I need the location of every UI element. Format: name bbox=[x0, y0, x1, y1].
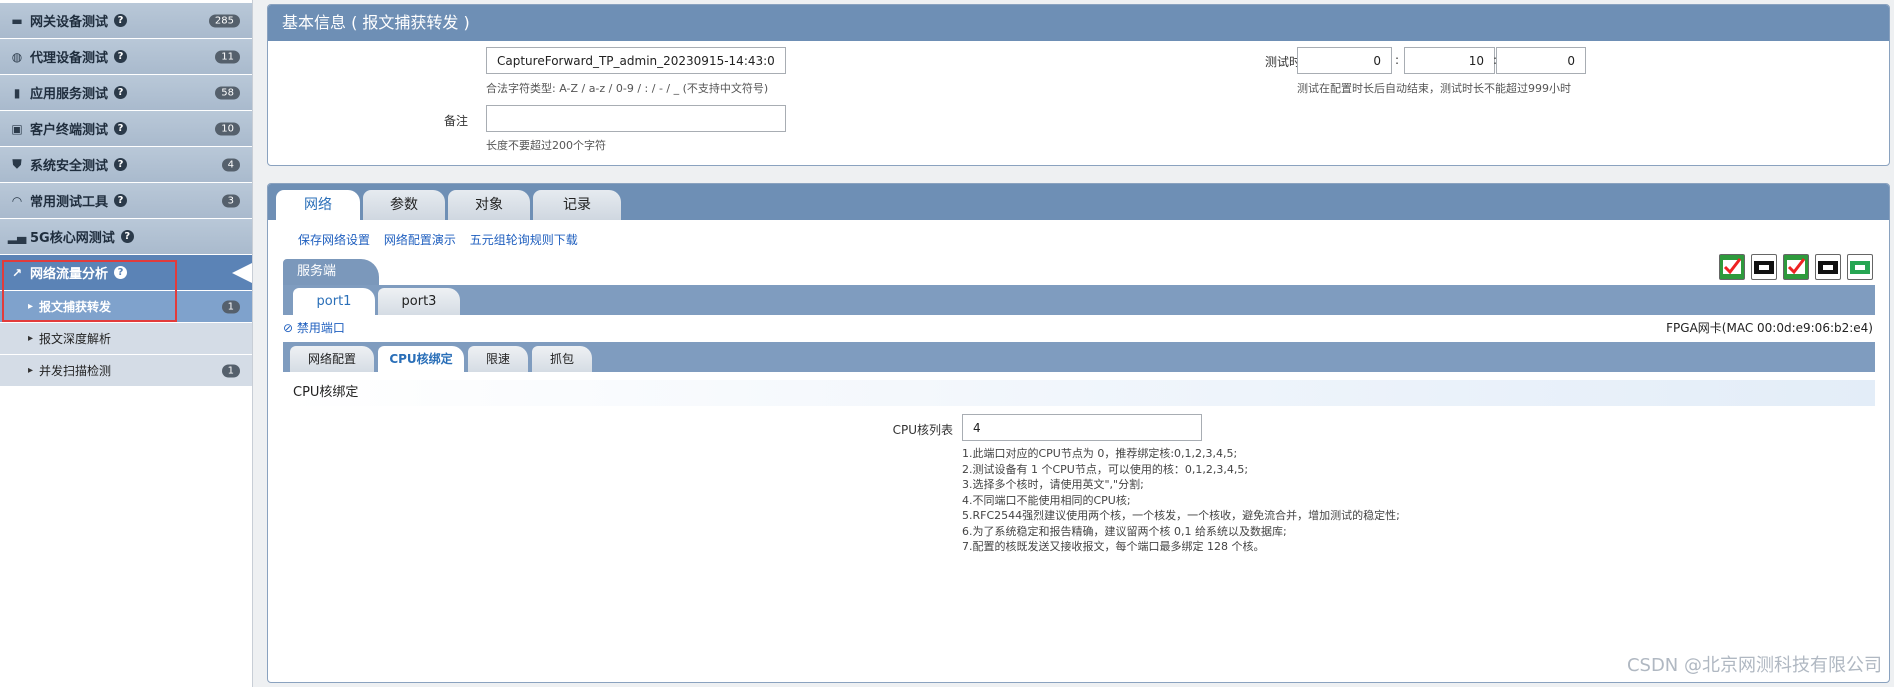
count-badge: 10 bbox=[215, 122, 240, 135]
tab-network[interactable]: 网络 bbox=[276, 190, 360, 220]
subtab-network-config[interactable]: 网络配置 bbox=[290, 346, 374, 372]
main-tab-bar: 网络 参数 对象 记录 bbox=[268, 184, 1889, 220]
count-badge: 285 bbox=[208, 14, 240, 27]
help-icon[interactable]: ? bbox=[120, 230, 134, 243]
panel-title: 基本信息 ( 报文捕获转发 ) bbox=[268, 5, 1889, 41]
remark-label: 备注 bbox=[443, 114, 468, 128]
nav-label: 常用测试工具 bbox=[30, 195, 109, 210]
terminal-icon: ▬ bbox=[11, 13, 23, 28]
cpu-list-label: CPU核列表 bbox=[892, 423, 953, 437]
help-icon[interactable]: ? bbox=[114, 122, 128, 135]
subnav-capture-forward[interactable]: 报文捕获转发 1 bbox=[0, 291, 252, 323]
nav-label: 应用服务测试 bbox=[30, 87, 109, 102]
duration-seconds-input[interactable] bbox=[1496, 47, 1586, 74]
help-icon[interactable]: ? bbox=[114, 158, 128, 171]
count-badge: 3 bbox=[221, 194, 240, 207]
config-panel: 网络 参数 对象 记录 保存网络设置 网络配置演示 五元组轮询规则下载 服务端 … bbox=[267, 183, 1890, 683]
help-icon[interactable]: ? bbox=[114, 50, 128, 63]
nav-proxy-test[interactable]: ◍ 代理设备测试 ? 11 bbox=[0, 39, 252, 75]
case-name-input[interactable] bbox=[486, 47, 786, 74]
client-icon: ▣ bbox=[11, 121, 23, 136]
time-separator: : bbox=[1395, 53, 1400, 67]
cpu-list-input[interactable] bbox=[962, 414, 1202, 441]
nav-label: 代理设备测试 bbox=[30, 51, 109, 66]
tab-objects[interactable]: 对象 bbox=[448, 190, 530, 220]
nav-gateway-test[interactable]: ▬ 网关设备测试 ? 285 bbox=[0, 3, 252, 39]
duration-hint: 测试在配置时长后自动结束，测试时长不能超过999小时 bbox=[1297, 82, 1571, 95]
wifi-icon: ◠ bbox=[12, 193, 22, 208]
server-icon: ▮ bbox=[13, 85, 21, 100]
shield-icon: ⛊ bbox=[12, 157, 22, 171]
server-tab[interactable]: 服务端 bbox=[283, 259, 379, 285]
fpga-nic-info: FPGA网卡(MAC 00:0d:e9:06:b2:e4) bbox=[1666, 321, 1873, 335]
subnav-label: 报文深度解析 bbox=[39, 332, 112, 346]
remark-input[interactable] bbox=[486, 105, 786, 132]
five-tuple-download-link[interactable]: 五元组轮询规则下载 bbox=[470, 233, 578, 247]
chart-icon: ↗ bbox=[11, 265, 23, 280]
tab-port3[interactable]: port3 bbox=[378, 288, 460, 315]
tab-records[interactable]: 记录 bbox=[533, 190, 621, 220]
count-badge: 1 bbox=[221, 300, 240, 313]
cpu-notes: 1.此端口对应的CPU节点为 0，推荐绑定核:0,1,2,3,4,5; 2.测试… bbox=[962, 446, 1400, 555]
basic-info-panel: 基本信息 ( 报文捕获转发 ) 用例名称 合法字符类型: A-Z / a-z /… bbox=[267, 4, 1890, 166]
help-icon[interactable]: ? bbox=[114, 86, 128, 99]
count-badge: 1 bbox=[221, 364, 240, 377]
port-tab-strip bbox=[283, 285, 1875, 315]
help-icon[interactable]: ? bbox=[114, 14, 128, 27]
note-line: 4.不同端口不能使用相同的CPU核; bbox=[962, 493, 1131, 507]
disable-port-label: 禁用端口 bbox=[296, 321, 345, 335]
tab-params[interactable]: 参数 bbox=[363, 190, 445, 220]
help-icon[interactable]: ? bbox=[114, 194, 128, 207]
nav-tools[interactable]: ◠ 常用测试工具 ? 3 bbox=[0, 183, 252, 219]
subnav-deep-parse[interactable]: 报文深度解析 bbox=[0, 323, 252, 355]
note-line: 5.RFC2544强烈建议使用两个核，一个核发，一个核收，避免流合并，增加测试的… bbox=[962, 509, 1400, 522]
nav-label: 系统安全测试 bbox=[30, 159, 109, 174]
watermark: CSDN @北京网测科技有限公司 bbox=[1626, 655, 1882, 676]
nav-label: 客户终端测试 bbox=[30, 123, 109, 138]
duration-minutes-input[interactable] bbox=[1404, 47, 1495, 74]
nav-client-test[interactable]: ▣ 客户终端测试 ? 10 bbox=[0, 111, 252, 147]
nav-label: 5G核心网测试 bbox=[30, 231, 115, 246]
disable-port-link[interactable]: ⊘ 禁用端口 bbox=[283, 319, 345, 336]
count-badge: 58 bbox=[215, 86, 240, 99]
tab-port1[interactable]: port1 bbox=[293, 288, 375, 315]
count-badge: 11 bbox=[215, 50, 240, 63]
subtab-rate-limit[interactable]: 限速 bbox=[468, 346, 528, 372]
disable-icon: ⊘ bbox=[283, 321, 294, 335]
nav-label: 网络流量分析 bbox=[30, 267, 109, 282]
note-line: 1.此端口对应的CPU节点为 0，推荐绑定核:0,1,2,3,4,5; bbox=[962, 447, 1238, 460]
action-links: 保存网络设置 网络配置演示 五元组轮询规则下载 bbox=[298, 231, 588, 248]
help-icon[interactable]: ? bbox=[114, 266, 128, 279]
subnav-label: 报文捕获转发 bbox=[39, 300, 112, 314]
network-demo-link[interactable]: 网络配置演示 bbox=[384, 233, 456, 247]
save-network-link[interactable]: 保存网络设置 bbox=[298, 233, 370, 247]
count-badge: 4 bbox=[221, 158, 240, 171]
sidebar: ▬ 网关设备测试 ? 285 ◍ 代理设备测试 ? 11 ▮ 应用服务测试 ? … bbox=[0, 0, 253, 687]
nav-5g-core-test[interactable]: ▂▄ 5G核心网测试 ? bbox=[0, 219, 252, 255]
nav-app-service-test[interactable]: ▮ 应用服务测试 ? 58 bbox=[0, 75, 252, 111]
server-section: 服务端 port1 port3 bbox=[283, 259, 1875, 315]
note-line: 3.选择多个核时，请使用英文","分割; bbox=[962, 478, 1144, 491]
nav-security-test[interactable]: ⛊ 系统安全测试 ? 4 bbox=[0, 147, 252, 183]
nav-label: 网关设备测试 bbox=[30, 15, 109, 30]
nav-traffic-analysis[interactable]: ↗ 网络流量分析 ? bbox=[0, 255, 252, 291]
subtab-cpu-binding[interactable]: CPU核绑定 bbox=[378, 346, 464, 372]
note-line: 2.测试设备有 1 个CPU节点，可以使用的核：0,1,2,3,4,5; bbox=[962, 462, 1249, 476]
signal-icon: ▂▄ bbox=[7, 229, 27, 244]
note-line: 6.为了系统稳定和报告精确，建议留两个核 0,1 给系统以及数据库; bbox=[962, 524, 1287, 538]
note-line: 7.配置的核既发送又接收报文，每个端口最多绑定 128 个核。 bbox=[962, 540, 1265, 553]
remark-hint: 长度不要超过200个字符 bbox=[486, 139, 606, 152]
duration-hours-input[interactable] bbox=[1297, 47, 1392, 74]
subtab-capture[interactable]: 抓包 bbox=[532, 346, 592, 372]
subnav-concurrent-scan[interactable]: 并发扫描检测 1 bbox=[0, 355, 252, 387]
subnav-label: 并发扫描检测 bbox=[39, 364, 112, 378]
section-title: CPU核绑定 bbox=[283, 380, 1875, 406]
case-name-hint: 合法字符类型: A-Z / a-z / 0-9 / : / - / _ (不支持… bbox=[486, 82, 769, 95]
proxy-icon: ◍ bbox=[11, 49, 23, 64]
